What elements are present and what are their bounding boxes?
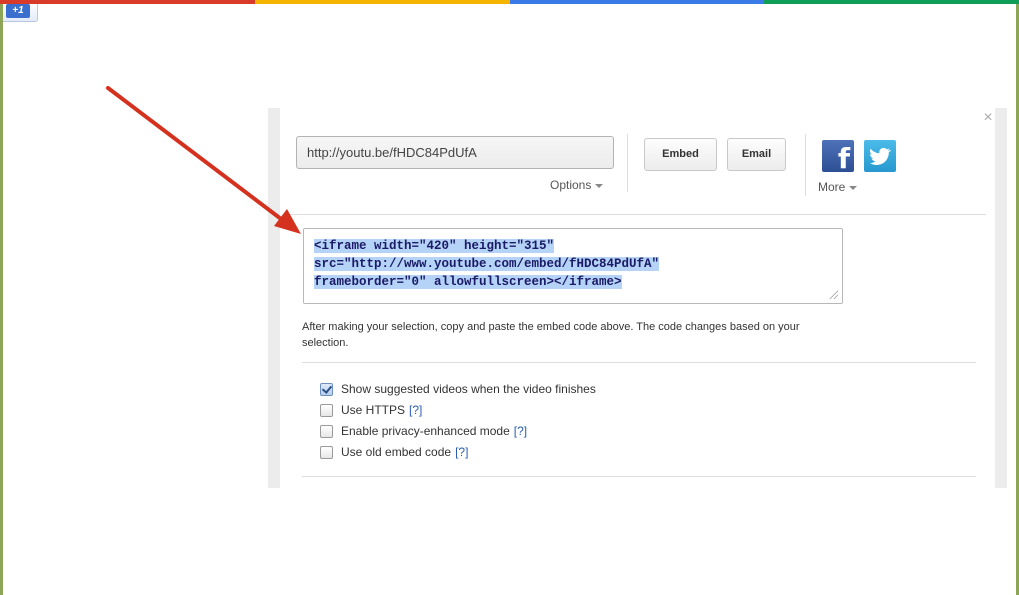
annotation-arrow-icon [106, 86, 301, 234]
